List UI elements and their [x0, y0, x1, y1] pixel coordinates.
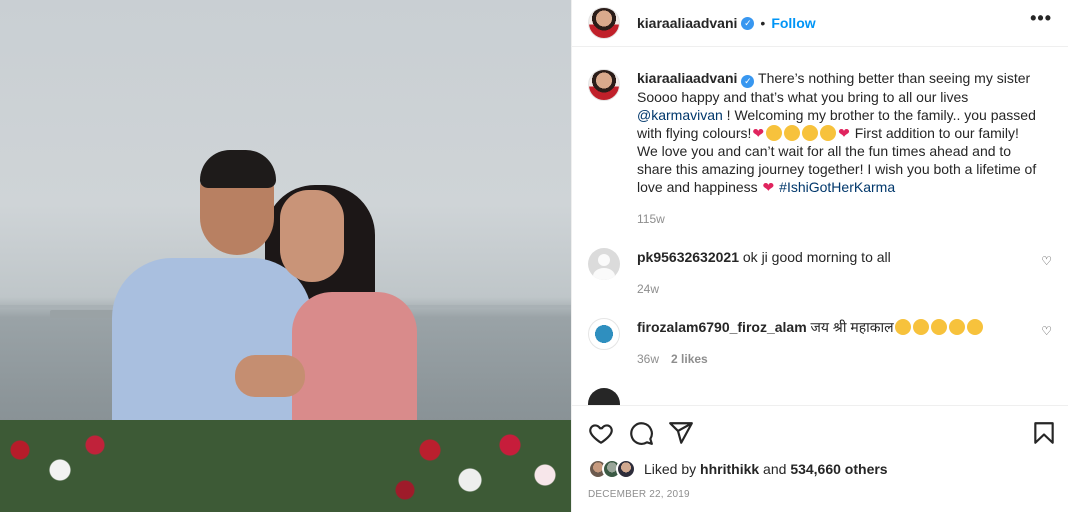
liked-by-user[interactable]: hhrithikk: [700, 461, 759, 477]
bookmark-icon[interactable]: [1031, 420, 1057, 446]
comment-like-heart-icon[interactable]: ♡: [1041, 254, 1052, 268]
comment-timestamp[interactable]: 24w: [637, 282, 659, 296]
caption-text: kiaraaliaadvani ✓ There’s nothing better …: [637, 69, 1042, 196]
post-actions: Liked by hhrithikk and 534,660 others DE…: [572, 405, 1068, 500]
comment-row: firozalam6790_firoz_alam जय श्री महाकाल …: [588, 318, 1052, 366]
photo-man-hair: [200, 150, 276, 188]
verified-badge-icon: ✓: [741, 75, 755, 88]
post-date[interactable]: DECEMBER 22, 2019: [588, 489, 1053, 500]
comment-icon[interactable]: [628, 420, 654, 446]
red-heart-emoji-icon: ❤: [762, 179, 775, 195]
comment-timestamp[interactable]: 36w: [637, 352, 659, 366]
comment-body: pk95632632021 ok ji good morning to all …: [637, 248, 891, 296]
separator-dot: •: [760, 15, 766, 31]
follow-button[interactable]: Follow: [771, 15, 815, 31]
praying-emoji-icon: [930, 319, 947, 335]
caption-username[interactable]: kiaraaliaadvani: [637, 70, 737, 86]
liked-by-row: Liked by hhrithikk and 534,660 others: [588, 459, 1053, 479]
red-heart-emoji-icon: ❤: [752, 125, 765, 141]
liked-by-text: Liked by hhrithikk and 534,660 others: [644, 461, 888, 477]
smiling-hearts-emoji-icon: [784, 125, 801, 141]
heart-eyes-emoji-icon: [820, 125, 837, 141]
comment-meta: 24w: [637, 282, 891, 296]
praying-emoji-icon: [766, 125, 783, 141]
comment-text: firozalam6790_firoz_alam जय श्री महाकाल: [637, 318, 984, 336]
heart-icon[interactable]: [588, 420, 614, 446]
photo-hand: [235, 355, 305, 397]
action-icons: [588, 420, 1053, 446]
caption-timestamp[interactable]: 115w: [637, 212, 1042, 226]
liker-avatar[interactable]: [616, 459, 636, 479]
liked-by-middle: and: [759, 461, 791, 477]
photo-flowers: [0, 420, 571, 512]
praying-emoji-icon: [966, 319, 983, 335]
verified-badge-icon: ✓: [741, 16, 755, 30]
more-options-icon[interactable]: •••: [1030, 8, 1052, 29]
comment-username[interactable]: firozalam6790_firoz_alam: [637, 319, 807, 335]
post-photo[interactable]: [0, 0, 571, 512]
comment-message: ok ji good morning to all: [739, 249, 891, 265]
comment-row-partial: [588, 388, 1052, 405]
comment-row: pk95632632021 ok ji good morning to all …: [588, 248, 1052, 296]
comment-body: firozalam6790_firoz_alam जय श्री महाकाल …: [637, 318, 984, 366]
comment-text: pk95632632021 ok ji good morning to all: [637, 248, 891, 266]
red-heart-emoji-icon: ❤: [838, 125, 850, 141]
caption-row: kiaraaliaadvani ✓ There’s nothing better …: [588, 69, 1052, 226]
caption-hashtag-link[interactable]: #IshiGotHerKarma: [779, 179, 895, 195]
praying-emoji-icon: [912, 319, 929, 335]
post-side-panel: kiaraaliaadvani ✓ • Follow ••• kiaraalia…: [571, 0, 1068, 512]
comment-username[interactable]: pk95632632021: [637, 249, 739, 265]
photo-ship: [50, 310, 120, 318]
liked-by-prefix: Liked by: [644, 461, 701, 477]
caption-avatar[interactable]: [588, 69, 620, 101]
comment-meta: 36w 2 likes: [637, 352, 984, 366]
comments-list[interactable]: kiaraaliaadvani ✓ There’s nothing better …: [572, 47, 1068, 405]
photo-woman-face: [280, 190, 344, 282]
praying-emoji-icon: [894, 319, 911, 335]
comment-like-heart-icon[interactable]: ♡: [1041, 324, 1052, 338]
caption-mention-link[interactable]: @karmavivan: [637, 107, 723, 123]
praying-emoji-icon: [948, 319, 965, 335]
hugging-emoji-icon: [802, 125, 819, 141]
comment-message: जय श्री महाकाल: [806, 319, 894, 335]
comment-avatar[interactable]: [588, 318, 620, 350]
likes-count[interactable]: 534,660 others: [790, 461, 887, 477]
comment-avatar[interactable]: [588, 388, 620, 405]
share-icon[interactable]: [668, 420, 694, 446]
post-header: kiaraaliaadvani ✓ • Follow •••: [572, 0, 1068, 47]
caption-body: kiaraaliaadvani ✓ There’s nothing better …: [637, 69, 1042, 226]
comment-avatar[interactable]: [588, 248, 620, 280]
comment-likes-count[interactable]: 2 likes: [671, 352, 708, 366]
post-view: kiaraaliaadvani ✓ • Follow ••• kiaraalia…: [0, 0, 1068, 512]
author-avatar[interactable]: [588, 7, 620, 39]
author-username[interactable]: kiaraaliaadvani: [637, 15, 737, 31]
